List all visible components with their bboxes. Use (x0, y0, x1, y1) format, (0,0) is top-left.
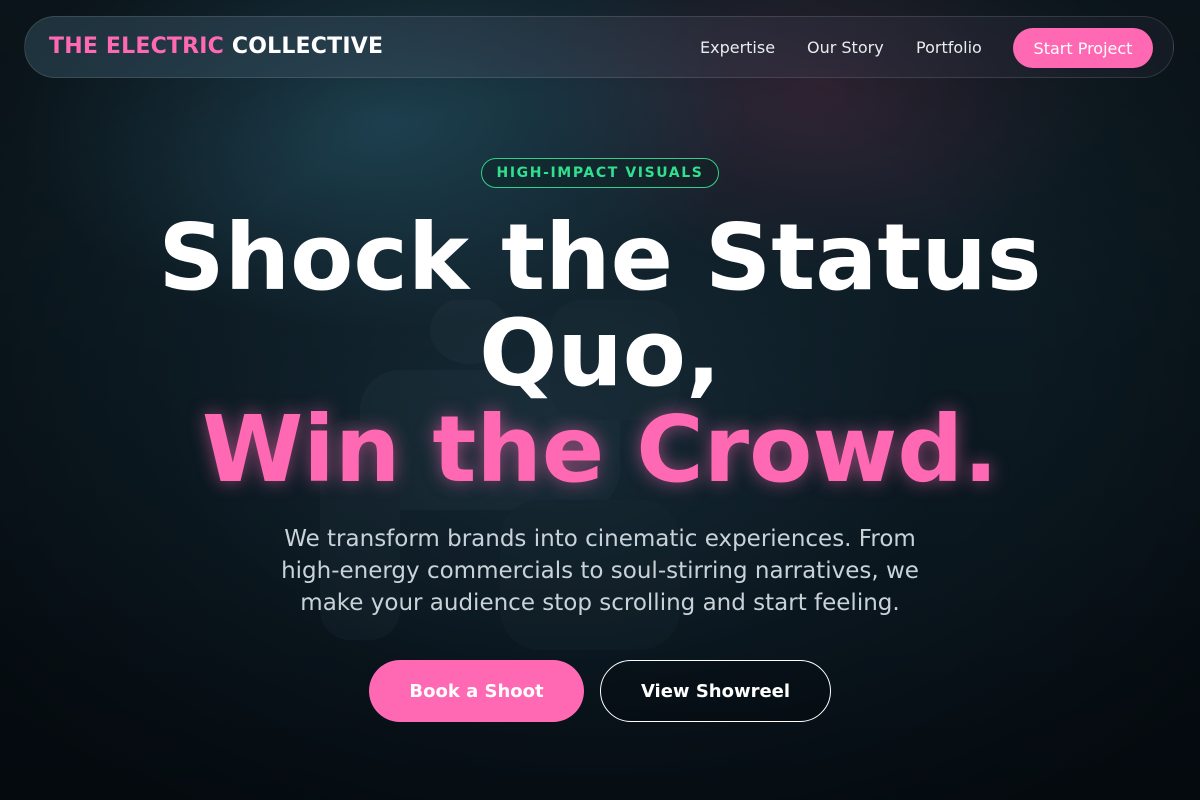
nav-link-our-story[interactable]: Our Story (807, 38, 884, 57)
hero-headline-line-2: Win the Crowd. (201, 396, 999, 503)
brand-name-accent: THE ELECTRIC (49, 34, 225, 59)
view-showreel-button[interactable]: View Showreel (600, 660, 831, 722)
nav-link-portfolio[interactable]: Portfolio (916, 38, 982, 57)
book-a-shoot-button[interactable]: Book a Shoot (369, 660, 584, 722)
hero-badge: HIGH-IMPACT VISUALS (481, 158, 719, 188)
hero-headline-line-1: Shock the Status Quo, (158, 204, 1042, 407)
brand-name-rest: COLLECTIVE (231, 34, 384, 59)
hero-headline: Shock the Status Quo, Win the Crowd. (100, 210, 1100, 498)
nav-link-expertise[interactable]: Expertise (700, 38, 775, 57)
start-project-button[interactable]: Start Project (1013, 28, 1153, 68)
brand-logo[interactable]: THE ELECTRIC COLLECTIVE (49, 34, 383, 59)
top-navigation-bar: THE ELECTRIC COLLECTIVE Expertise Our St… (24, 16, 1174, 78)
hero-subtitle: We transform brands into cinematic exper… (281, 526, 919, 616)
